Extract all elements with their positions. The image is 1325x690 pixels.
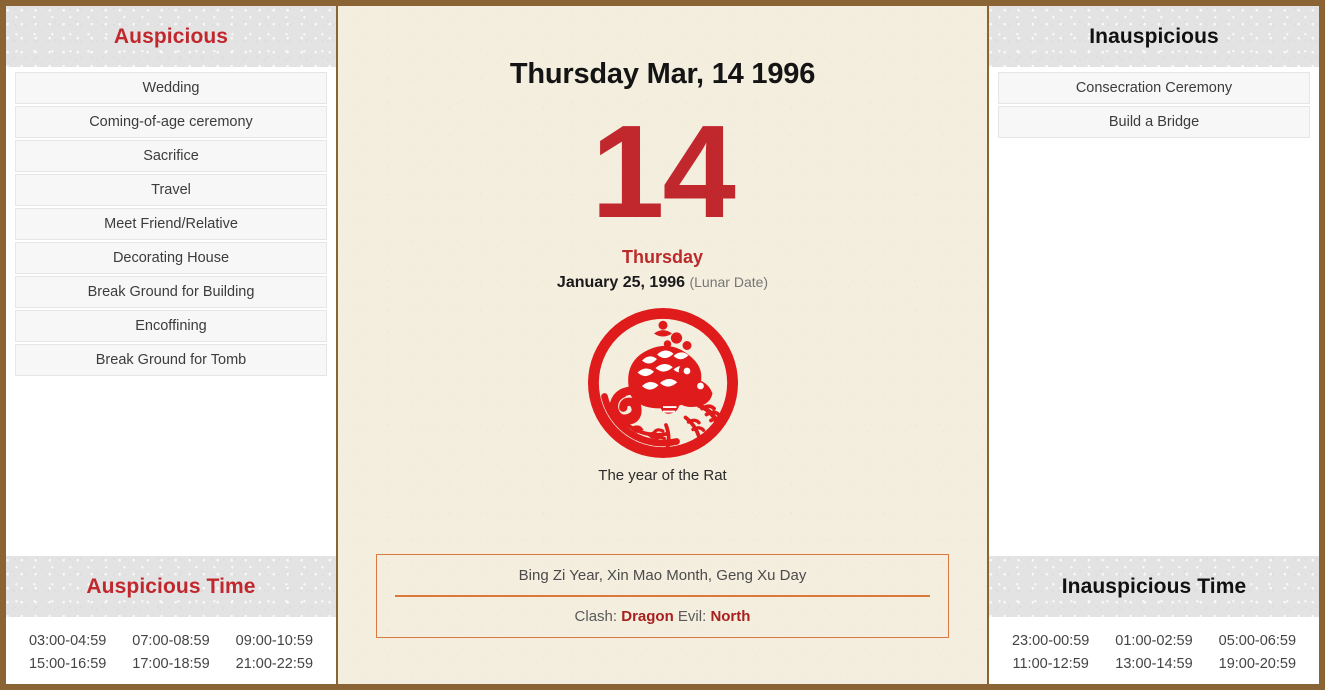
auspicious-activity-item[interactable]: Break Ground for Building xyxy=(15,276,327,308)
inauspicious-time-cell: 13:00-14:59 xyxy=(1115,656,1193,672)
ganzhi-info-box: Bing Zi Year, Xin Mao Month, Geng Xu Day… xyxy=(376,554,949,638)
auspicious-activity-item[interactable]: Decorating House xyxy=(15,242,327,274)
auspicious-time-cell: 07:00-08:59 xyxy=(132,633,210,649)
inauspicious-panel: Inauspicious Consecration Ceremony Build … xyxy=(987,6,1319,684)
lunar-date-row: January 25, 1996 (Lunar Date) xyxy=(557,274,768,292)
auspicious-time-cell: 17:00-18:59 xyxy=(132,656,210,672)
evil-value: North xyxy=(710,608,751,625)
auspicious-title: Auspicious xyxy=(113,24,229,48)
ganzhi-text: Bing Zi Year, Xin Mao Month, Geng Xu Day xyxy=(395,567,930,597)
auspicious-activity-item[interactable]: Encoffining xyxy=(15,310,327,342)
inauspicious-activity-item[interactable]: Build a Bridge xyxy=(998,106,1310,138)
inauspicious-time-cell: 23:00-00:59 xyxy=(1011,633,1090,649)
inauspicious-time-grid: 23:00-00:59 01:00-02:59 05:00-06:59 11:00-1… xyxy=(989,617,1319,684)
clash-value: Dragon xyxy=(621,608,674,625)
auspicious-time-grid: 03:00-04:59 07:00-08:59 09:00-10:59 15:00-1… xyxy=(6,617,336,684)
auspicious-activity-item[interactable]: Travel xyxy=(15,174,327,206)
inauspicious-time-cell: 01:00-02:59 xyxy=(1115,633,1193,649)
rat-papercut-icon xyxy=(587,307,739,463)
weekday-label: Thursday xyxy=(621,246,704,267)
auspicious-time-cell: 21:00-22:59 xyxy=(235,656,314,672)
lunar-date-note: (Lunar Date) xyxy=(689,273,769,290)
auspicious-activity-item[interactable]: Break Ground for Tomb xyxy=(15,344,327,376)
auspicious-activity-item[interactable]: Sacrifice xyxy=(15,140,327,172)
inauspicious-activity-item[interactable]: Consecration Ceremony xyxy=(998,72,1310,104)
auspicious-panel: Auspicious Wedding Coming-of-age ceremony… xyxy=(6,6,338,684)
inauspicious-time-cell: 05:00-06:59 xyxy=(1218,633,1297,649)
auspicious-activity-list: Wedding Coming-of-age ceremony Sacrifice Tr… xyxy=(6,67,336,556)
inauspicious-activity-list: Consecration Ceremony Build a Bridge xyxy=(989,67,1319,556)
day-number: 14 xyxy=(591,98,736,245)
inauspicious-time-cell: 11:00-12:59 xyxy=(1012,656,1089,672)
almanac-page: Auspicious Wedding Coming-of-age ceremony… xyxy=(0,0,1325,690)
inauspicious-header-band: Inauspicious xyxy=(989,6,1319,67)
clash-evil-row: Clash: Dragon Evil: North xyxy=(395,597,930,625)
auspicious-activity-item[interactable]: Coming-of-age ceremony xyxy=(15,106,327,138)
date-panel: Thursday Mar, 14 1996 14 Thursday Januar… xyxy=(338,6,987,684)
clash-label: Clash: xyxy=(574,608,618,625)
lunar-date-value: January 25, 1996 xyxy=(556,273,686,291)
auspicious-activity-item[interactable]: Meet Friend/Relative xyxy=(15,208,327,240)
inauspicious-time-header-band: Inauspicious Time xyxy=(989,556,1319,617)
zodiac-caption: The year of the Rat xyxy=(598,466,727,484)
auspicious-time-cell: 09:00-10:59 xyxy=(235,633,314,649)
inauspicious-time-cell: 19:00-20:59 xyxy=(1218,656,1297,672)
auspicious-activity-item[interactable]: Wedding xyxy=(15,72,327,104)
auspicious-time-title: Auspicious Time xyxy=(86,574,256,598)
gregorian-date-title: Thursday Mar, 14 1996 xyxy=(509,58,816,90)
inauspicious-time-title: Inauspicious Time xyxy=(1061,574,1247,598)
zodiac-section: The year of the Rat xyxy=(587,307,739,484)
inauspicious-title: Inauspicious xyxy=(1089,24,1219,48)
auspicious-time-cell: 15:00-16:59 xyxy=(28,656,107,672)
auspicious-header-band: Auspicious xyxy=(6,6,336,67)
evil-label: Evil: xyxy=(677,608,707,625)
auspicious-time-cell: 03:00-04:59 xyxy=(28,633,107,649)
auspicious-time-header-band: Auspicious Time xyxy=(6,556,336,617)
